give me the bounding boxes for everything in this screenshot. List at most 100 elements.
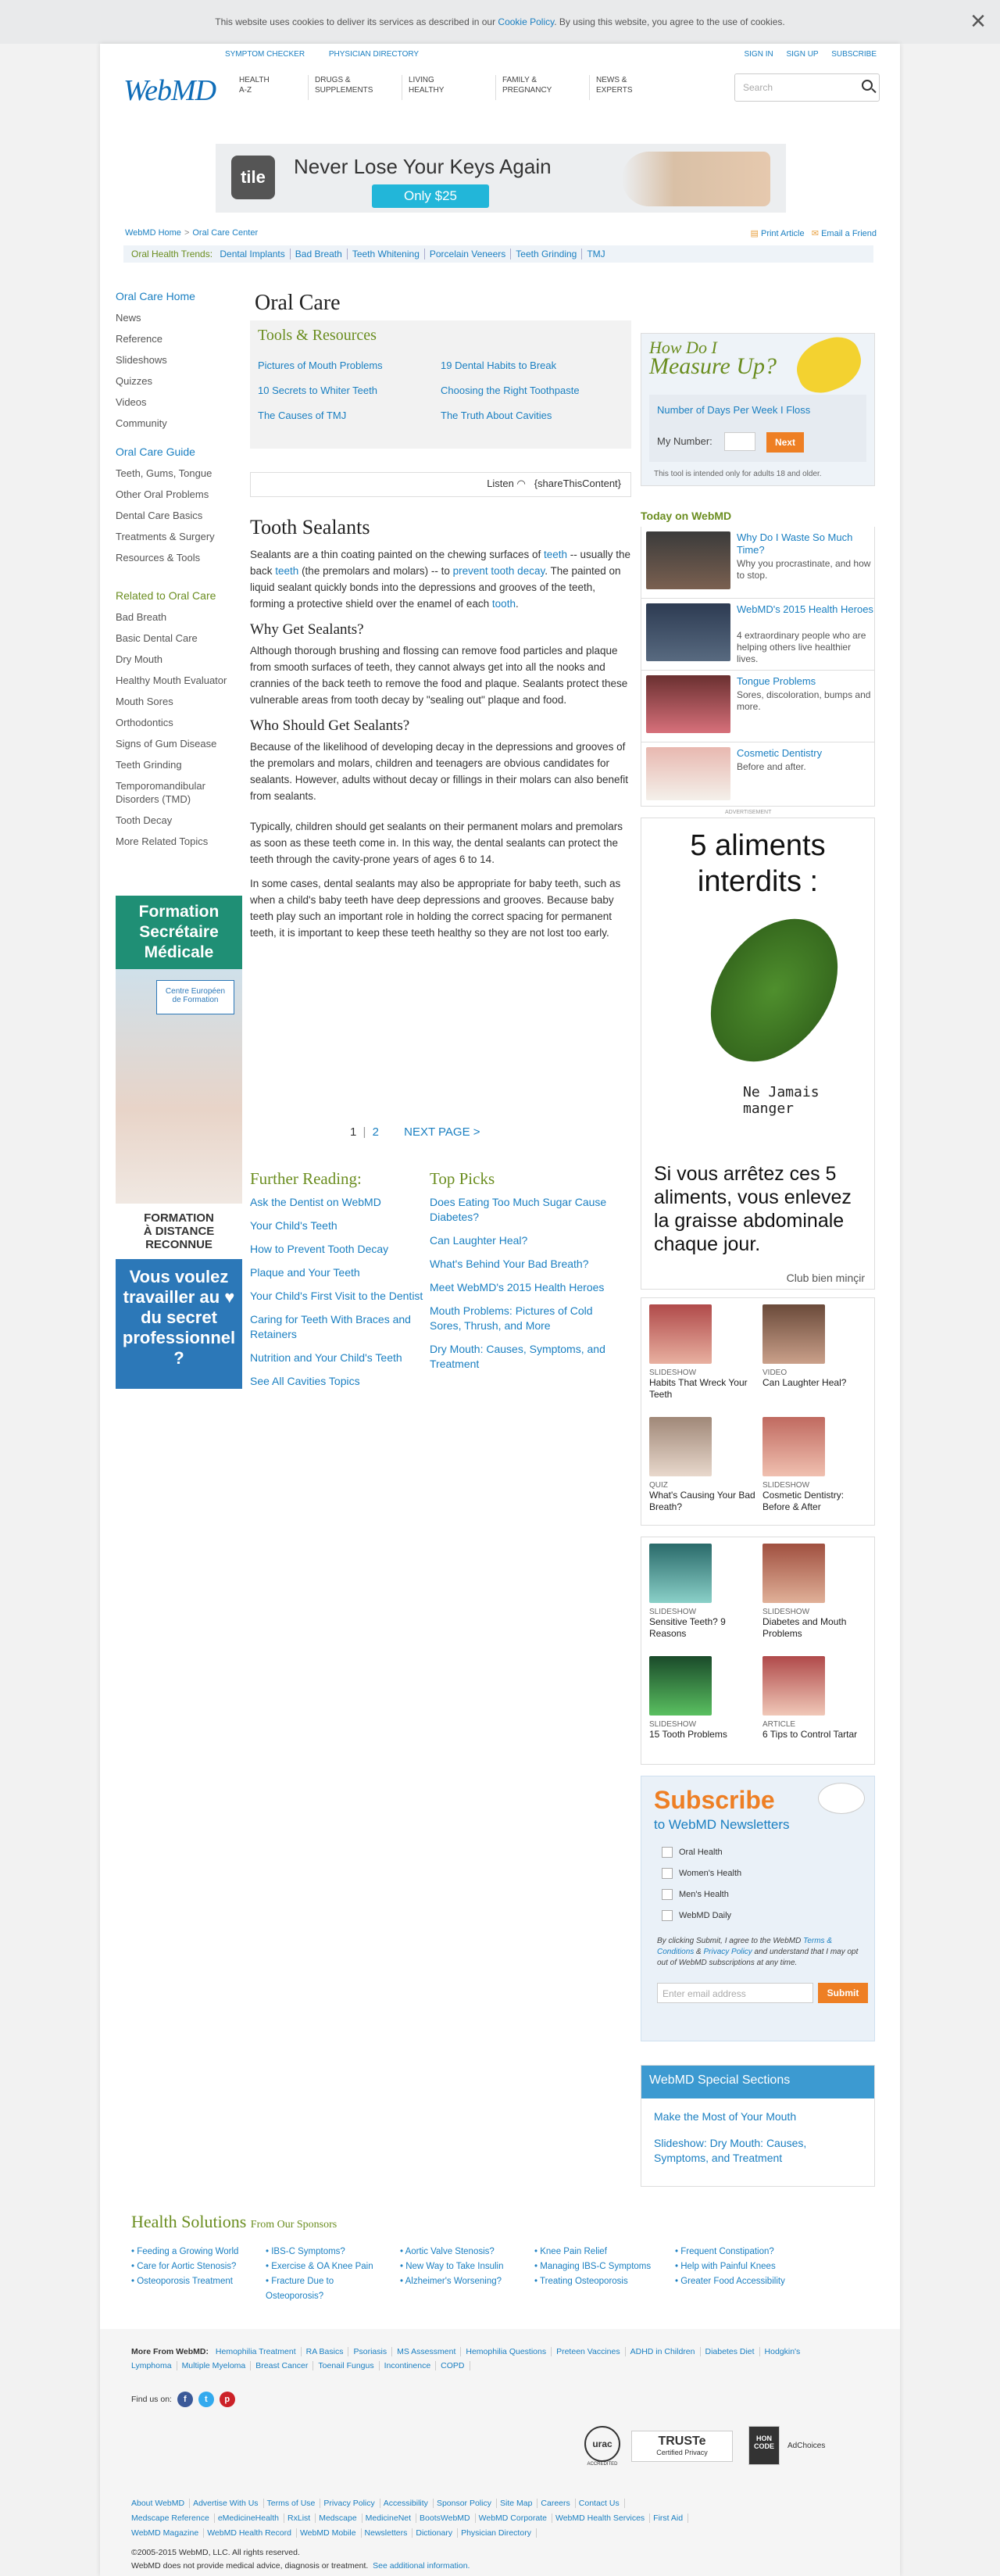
footer-link[interactable]: Medscape — [319, 2513, 362, 2523]
footer-link[interactable]: Dictionary — [416, 2528, 459, 2538]
listen-button[interactable]: Listen — [487, 478, 514, 489]
further-link[interactable]: How to Prevent Tooth Decay — [250, 1242, 438, 1257]
next-page-link[interactable]: NEXT PAGE > — [404, 1125, 480, 1139]
top-pick-link[interactable]: Does Eating Too Much Sugar Cause Diabete… — [430, 1195, 617, 1225]
footer-link[interactable]: Physician Directory — [461, 2528, 537, 2538]
today-thumbnail[interactable] — [646, 531, 730, 589]
truste-badge[interactable]: TRUSTe Certified Privacy — [631, 2431, 733, 2462]
footer-link[interactable]: WebMD Health Record — [207, 2528, 297, 2538]
today-title[interactable]: Tongue Problems — [737, 675, 816, 688]
further-link[interactable]: Plaque and Your Teeth — [250, 1265, 438, 1280]
footer-link[interactable]: MedicineNet — [365, 2513, 417, 2523]
footer-link[interactable]: Sponsor Policy — [436, 2499, 497, 2508]
left-nav-item[interactable]: News — [116, 307, 248, 328]
footer-link[interactable]: Medscape Reference — [131, 2513, 215, 2523]
special-link[interactable]: Slideshow: Dry Mouth: Causes, Symptoms, … — [654, 2136, 857, 2166]
print-article-link[interactable]: Print Article — [761, 229, 805, 238]
subscribe-link[interactable]: SUBSCRIBE — [831, 50, 877, 59]
media-card[interactable]: QUIZ What's Causing Your Bad Breath? — [649, 1417, 759, 1513]
left-nav-head[interactable]: Oral Care Guide — [116, 442, 248, 463]
footer-link[interactable]: About WebMD — [131, 2499, 191, 2508]
additional-info-link[interactable]: See additional information. — [373, 2561, 470, 2571]
footer-link[interactable]: First Aid — [653, 2513, 689, 2523]
sponsor-link[interactable]: • Alzheimer's Worsening? — [400, 2274, 517, 2289]
hon-code-badge[interactable]: HON CODE — [748, 2426, 780, 2465]
media-card[interactable]: SLIDESHOW Diabetes and Mouth Problems — [762, 1544, 872, 1640]
trend-link[interactable]: Porcelain Veneers — [423, 249, 511, 259]
sponsor-link[interactable]: • Knee Pain Relief — [534, 2245, 659, 2259]
more-link[interactable]: Preteen Vaccines — [556, 2347, 626, 2356]
nav-news[interactable]: NEWS & EXPERTS — [589, 75, 683, 100]
nav-living-healthy[interactable]: LIVING HEALTHY — [402, 75, 495, 100]
footer-link[interactable]: RxList — [288, 2513, 316, 2523]
media-card[interactable]: SLIDESHOW Habits That Wreck Your Teeth — [649, 1304, 759, 1401]
footer-link[interactable]: Careers — [541, 2499, 576, 2508]
media-title[interactable]: 6 Tips to Control Tartar — [762, 1729, 872, 1741]
related-link[interactable]: Teeth Grinding — [116, 754, 248, 775]
media-thumbnail[interactable] — [762, 1544, 825, 1603]
related-link[interactable]: Healthy Mouth Evaluator — [116, 670, 248, 691]
related-link[interactable]: More Related Topics — [116, 831, 248, 852]
today-thumbnail[interactable] — [646, 747, 730, 800]
media-title[interactable]: What's Causing Your Bad Breath? — [649, 1490, 759, 1513]
nav-drugs[interactable]: DRUGS & SUPPLEMENTS — [308, 75, 402, 100]
footer-link[interactable]: WebMD Mobile — [299, 2528, 362, 2538]
tools-link[interactable]: Pictures of Mouth Problems — [258, 360, 383, 371]
tools-link[interactable]: 19 Dental Habits to Break — [441, 360, 556, 371]
today-item[interactable]: Cosmetic Dentistry Before and after. — [641, 742, 875, 807]
page-2-link[interactable]: 2 — [373, 1125, 379, 1139]
email-friend-link[interactable]: Email a Friend — [821, 229, 877, 238]
sponsor-link[interactable]: • Aortic Valve Stenosis? — [400, 2245, 517, 2259]
facebook-icon[interactable]: f — [177, 2392, 193, 2407]
today-item[interactable]: Tongue Problems Sores, discoloration, bu… — [641, 671, 875, 742]
trend-link[interactable]: Teeth Grinding — [510, 249, 582, 259]
footer-link[interactable]: eMedicineHealth — [217, 2513, 285, 2523]
left-nav-item[interactable]: Dental Care Basics — [116, 505, 248, 526]
media-title[interactable]: 15 Tooth Problems — [649, 1729, 759, 1741]
related-link[interactable]: Tooth Decay — [116, 810, 248, 831]
more-link[interactable]: ADHD in Children — [630, 2347, 701, 2356]
footer-link[interactable]: Contact Us — [578, 2499, 625, 2508]
left-nav-item[interactable]: Reference — [116, 328, 248, 349]
media-thumbnail[interactable] — [762, 1656, 825, 1716]
left-nav-item[interactable]: Videos — [116, 392, 248, 413]
more-link[interactable]: Hemophilia Questions — [466, 2347, 552, 2356]
media-thumbnail[interactable] — [649, 1656, 712, 1716]
physician-directory-link[interactable]: PHYSICIAN DIRECTORY — [329, 50, 419, 59]
top-pick-link[interactable]: Meet WebMD's 2015 Health Heroes — [430, 1280, 617, 1295]
sponsor-link[interactable]: • Care for Aortic Stenosis? — [131, 2259, 248, 2274]
today-thumbnail[interactable] — [646, 603, 730, 661]
tooth-link[interactable]: tooth — [492, 598, 516, 610]
nav-health-az[interactable]: HEALTH A-Z — [233, 75, 308, 100]
search-icon[interactable] — [862, 80, 873, 91]
left-nav-item[interactable]: Slideshows — [116, 349, 248, 370]
media-thumbnail[interactable] — [649, 1304, 712, 1364]
media-thumbnail[interactable] — [762, 1304, 825, 1364]
sponsor-link[interactable]: • Exercise & OA Knee Pain — [266, 2259, 383, 2274]
trend-link[interactable]: Teeth Whitening — [346, 249, 424, 259]
newsletter-checkbox[interactable]: Women's Health — [662, 1868, 741, 1879]
more-link[interactable]: Multiple Myeloma — [181, 2361, 252, 2370]
sponsor-link[interactable]: • IBS-C Symptoms? — [266, 2245, 383, 2259]
sponsor-link[interactable]: • Treating Osteoporosis — [534, 2274, 659, 2289]
trend-link[interactable]: TMJ — [581, 249, 610, 259]
related-link[interactable]: Mouth Sores — [116, 691, 248, 712]
further-link[interactable]: Your Child's First Visit to the Dentist — [250, 1289, 438, 1304]
media-card[interactable]: SLIDESHOW Cosmetic Dentistry: Before & A… — [762, 1417, 872, 1513]
tools-link[interactable]: Choosing the Right Toothpaste — [441, 385, 580, 396]
more-link[interactable]: Breast Cancer — [255, 2361, 314, 2370]
search-input[interactable]: Search — [734, 73, 880, 102]
left-nav-item[interactable]: Community — [116, 413, 248, 434]
footer-link[interactable]: BootsWebMD — [420, 2513, 476, 2523]
cookie-policy-link[interactable]: Cookie Policy — [498, 16, 554, 27]
footer-link[interactable]: WebMD Magazine — [131, 2528, 205, 2538]
more-link[interactable]: Toenail Fungus — [318, 2361, 380, 2370]
footer-link[interactable]: Advertise With Us — [193, 2499, 264, 2508]
teeth-link[interactable]: teeth — [544, 549, 567, 560]
sponsor-link[interactable]: • Fracture Due to Osteoporosis? — [266, 2274, 383, 2304]
media-card[interactable]: SLIDESHOW 15 Tooth Problems — [649, 1656, 759, 1741]
related-link[interactable]: Bad Breath — [116, 606, 248, 628]
webmd-logo[interactable]: WebMD — [123, 73, 216, 108]
left-nav-item[interactable]: Other Oral Problems — [116, 484, 248, 505]
teeth-link[interactable]: teeth — [275, 565, 298, 577]
